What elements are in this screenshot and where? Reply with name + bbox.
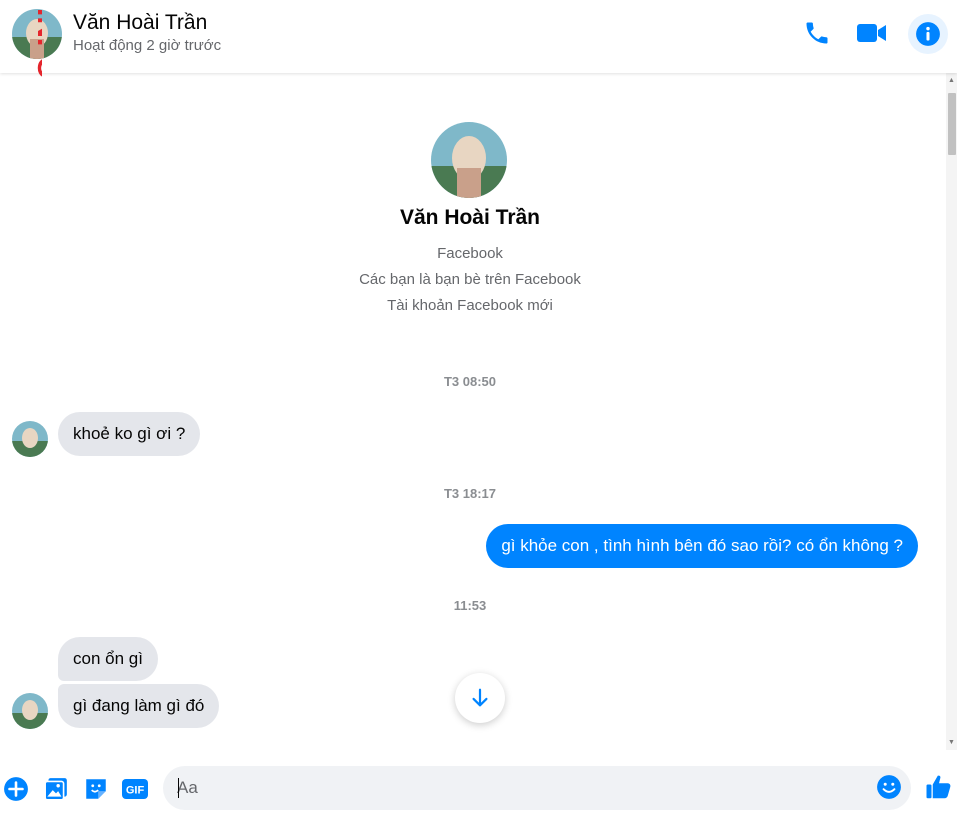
scroll-to-bottom-button[interactable] <box>455 673 505 723</box>
video-icon <box>857 24 886 42</box>
incoming-message[interactable]: con ổn gì <box>58 637 158 681</box>
svg-text:GIF: GIF <box>126 785 145 797</box>
message-avatar[interactable] <box>12 693 48 729</box>
video-call-button[interactable] <box>854 15 890 51</box>
info-button[interactable] <box>908 14 948 54</box>
incoming-message[interactable]: gì đang làm gì đó <box>58 684 220 728</box>
message-input[interactable] <box>177 766 867 810</box>
sticker-icon <box>86 779 106 799</box>
more-actions-button[interactable] <box>2 775 30 803</box>
scroll-thumb[interactable] <box>948 93 956 155</box>
attach-image-button[interactable] <box>42 775 70 803</box>
timestamp: 11:53 <box>453 598 487 613</box>
scroll-down-arrow[interactable]: ▼ <box>948 739 955 746</box>
profile-new-account: Tài khoản Facebook mới <box>387 297 553 314</box>
profile-name: Văn Hoài Trần <box>399 206 541 229</box>
profile-source: Facebook <box>437 245 503 262</box>
message-avatar[interactable] <box>12 421 48 457</box>
scrollbar[interactable]: ▲ ▼ <box>946 73 957 750</box>
info-side-label: INFO <box>31 8 42 80</box>
info-icon <box>916 22 940 46</box>
gif-icon: GIF <box>122 779 148 799</box>
contact-name[interactable]: Văn Hoài Trần <box>73 11 207 35</box>
text-caret <box>178 778 179 798</box>
sticker-button[interactable] <box>82 775 110 803</box>
plus-icon <box>4 777 28 801</box>
message-input-wrapper <box>163 766 911 810</box>
emoji-button[interactable] <box>876 774 902 800</box>
arrow-down-icon <box>472 688 488 707</box>
active-status: Hoạt động 2 giờ trước <box>73 37 222 54</box>
chat-header: INFO Văn Hoài Trần Hoạt động 2 giờ trước <box>0 0 957 80</box>
profile-avatar[interactable] <box>431 122 507 198</box>
emoji-icon <box>877 775 901 799</box>
scroll-up-arrow[interactable]: ▲ <box>948 77 955 84</box>
profile-friends: Các bạn là bạn bè trên Facebook <box>359 271 581 288</box>
like-icon <box>926 775 951 799</box>
timestamp: T3 08:50 <box>443 374 497 389</box>
incoming-message[interactable]: khoẻ ko gì ơi ? <box>58 412 201 456</box>
outgoing-message[interactable]: gì khỏe con , tình hình bên đó sao rồi? … <box>486 524 918 568</box>
image-icon <box>44 778 67 801</box>
gif-button[interactable]: GIF <box>121 775 149 803</box>
composer: GIF <box>0 750 957 823</box>
like-button[interactable] <box>924 772 954 802</box>
phone-icon <box>806 22 828 44</box>
svg-text:INFO: INFO <box>31 8 42 80</box>
message-list[interactable]: Văn Hoài Trần Facebook Các bạn là bạn bè… <box>0 73 946 750</box>
call-button[interactable] <box>799 15 835 51</box>
timestamp: T3 18:17 <box>443 486 497 501</box>
